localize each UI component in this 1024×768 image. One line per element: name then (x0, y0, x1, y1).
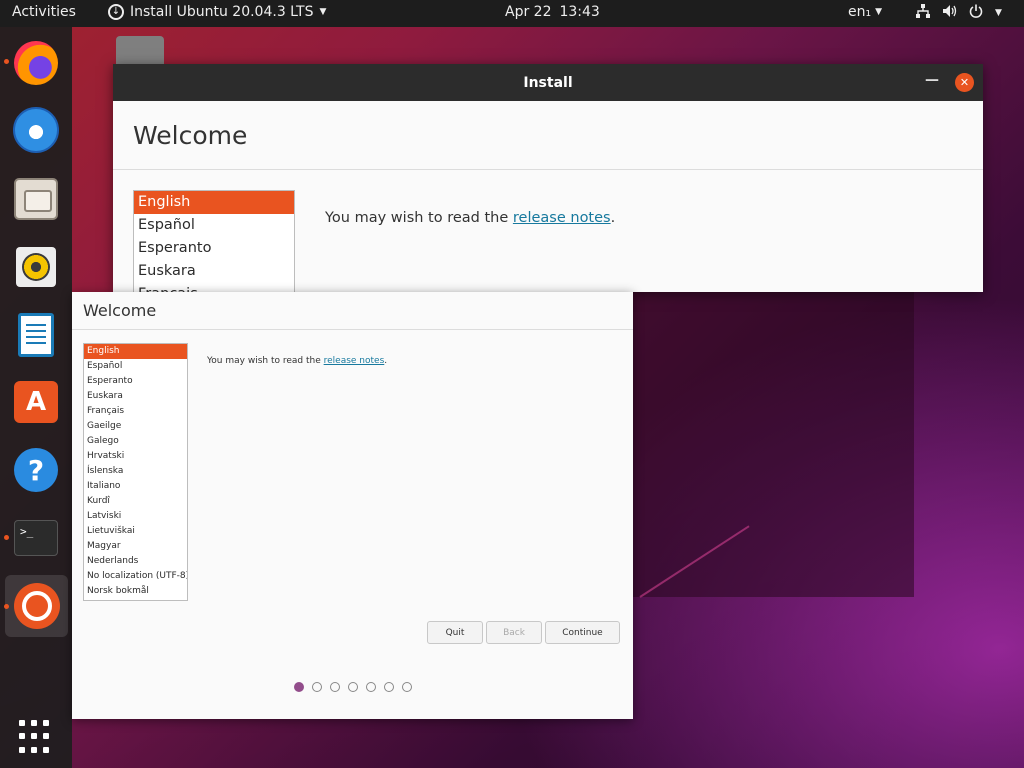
page-title: Welcome (83, 301, 157, 320)
message-text: You may wish to read the (325, 210, 513, 226)
language-list[interactable]: English Español Esperanto Euskara França… (83, 343, 188, 601)
system-tray[interactable]: ▼ (916, 4, 1002, 22)
libreoffice-writer-icon (18, 313, 54, 357)
language-list[interactable]: English Español Esperanto Euskara França… (133, 190, 295, 292)
release-notes-link[interactable]: release notes (513, 210, 611, 226)
continue-button[interactable]: Continue (545, 621, 620, 644)
app-grid-icon (19, 720, 53, 754)
language-item[interactable]: Euskara (84, 389, 187, 404)
files-icon (14, 178, 58, 220)
language-item[interactable]: Gaeilge (84, 419, 187, 434)
progress-dot (312, 682, 322, 692)
language-item[interactable]: Esperanto (84, 374, 187, 389)
language-item[interactable]: Hrvatski (84, 449, 187, 464)
firefox-icon (14, 41, 58, 85)
language-item[interactable]: Galego (84, 434, 187, 449)
top-bar: Activities ↓ Install Ubuntu 20.04.3 LTS … (0, 0, 1024, 27)
close-icon[interactable]: ✕ (955, 73, 974, 92)
progress-dot (402, 682, 412, 692)
release-notes-link[interactable]: release notes (324, 356, 385, 366)
dock-rhythmbox[interactable] (11, 242, 61, 292)
language-item[interactable]: Íslenska (84, 464, 187, 479)
running-indicator (4, 535, 9, 540)
network-icon (916, 4, 930, 22)
dock-files[interactable] (11, 174, 61, 224)
language-item[interactable]: Español (134, 214, 294, 237)
progress-dot-active (294, 682, 304, 692)
ubuntu-installer-icon (13, 583, 60, 629)
dock-install-ubuntu[interactable] (5, 575, 68, 637)
input-language-label: en₁ (848, 4, 872, 20)
dock-software[interactable]: A (11, 377, 61, 427)
progress-dot (330, 682, 340, 692)
clock-time: 13:43 (559, 4, 600, 20)
language-item[interactable]: Français (84, 404, 187, 419)
page-title: Welcome (133, 120, 248, 150)
dock-firefox[interactable] (11, 38, 61, 88)
install-window: Install — ✕ Welcome English Español Espe… (113, 64, 983, 292)
install-window-front: Welcome English Español Esperanto Euskar… (72, 292, 633, 719)
volume-icon (942, 4, 957, 22)
window-title: Install (523, 74, 573, 91)
language-item[interactable]: Français (134, 283, 294, 292)
message-suffix: . (384, 356, 388, 366)
language-item[interactable]: Norsk bokmål (84, 584, 187, 599)
release-notes-message: You may wish to read the release notes. (325, 210, 615, 226)
message-text: You may wish to read the (207, 356, 324, 366)
app-menu-label: Install Ubuntu 20.04.3 LTS (130, 4, 314, 20)
rhythmbox-icon (16, 247, 56, 287)
language-item[interactable]: Magyar (84, 539, 187, 554)
dock-thunderbird[interactable] (11, 105, 61, 155)
progress-dot (384, 682, 394, 692)
running-indicator (4, 604, 9, 609)
progress-dot (366, 682, 376, 692)
help-icon: ? (14, 448, 58, 492)
language-item[interactable]: Español (84, 359, 187, 374)
ubuntu-software-icon: A (14, 381, 58, 423)
chevron-down-icon: ▼ (319, 7, 327, 17)
language-item-selected[interactable]: English (134, 191, 294, 214)
progress-dot (348, 682, 358, 692)
message-suffix: . (610, 210, 616, 226)
power-icon (969, 4, 983, 22)
language-item[interactable]: No localization (UTF-8) (84, 569, 187, 584)
chevron-down-icon: ▼ (995, 8, 1002, 18)
page-header: Welcome (113, 101, 983, 170)
back-button[interactable]: Back (486, 621, 542, 644)
running-indicator (4, 59, 9, 64)
language-item[interactable]: Nederlands (84, 554, 187, 569)
language-item[interactable]: Italiano (84, 479, 187, 494)
dock-help[interactable]: ? (11, 445, 61, 495)
clock-date: Apr 22 (505, 4, 552, 20)
download-icon: ↓ (108, 4, 124, 20)
release-notes-message: You may wish to read the release notes. (207, 356, 387, 366)
language-item[interactable]: Latviski (84, 509, 187, 524)
window-titlebar[interactable]: Install — ✕ (113, 64, 983, 101)
language-item[interactable]: Euskara (134, 260, 294, 283)
dock-terminal[interactable]: >_ (11, 513, 61, 563)
show-applications-button[interactable] (11, 712, 61, 762)
language-item[interactable]: Kurdî (84, 494, 187, 509)
wallpaper-shadow (633, 292, 914, 597)
input-language-menu[interactable]: en₁ ▼ (848, 4, 882, 20)
dock: A ? >_ (0, 27, 72, 768)
language-item-selected[interactable]: English (84, 344, 187, 359)
step-progress-indicator (294, 682, 412, 692)
activities-button[interactable]: Activities (12, 4, 76, 20)
dock-writer[interactable] (11, 310, 61, 360)
page-header: Welcome (72, 292, 633, 330)
quit-button[interactable]: Quit (427, 621, 483, 644)
clock[interactable]: Apr 22 13:43 (505, 4, 600, 20)
language-item[interactable]: Lietuviškai (84, 524, 187, 539)
chevron-down-icon: ▼ (875, 7, 883, 17)
app-menu[interactable]: ↓ Install Ubuntu 20.04.3 LTS ▼ (108, 4, 326, 20)
language-item[interactable]: Esperanto (134, 237, 294, 260)
terminal-icon: >_ (14, 520, 58, 556)
minimize-icon[interactable]: — (925, 72, 939, 88)
thunderbird-icon (13, 107, 59, 153)
